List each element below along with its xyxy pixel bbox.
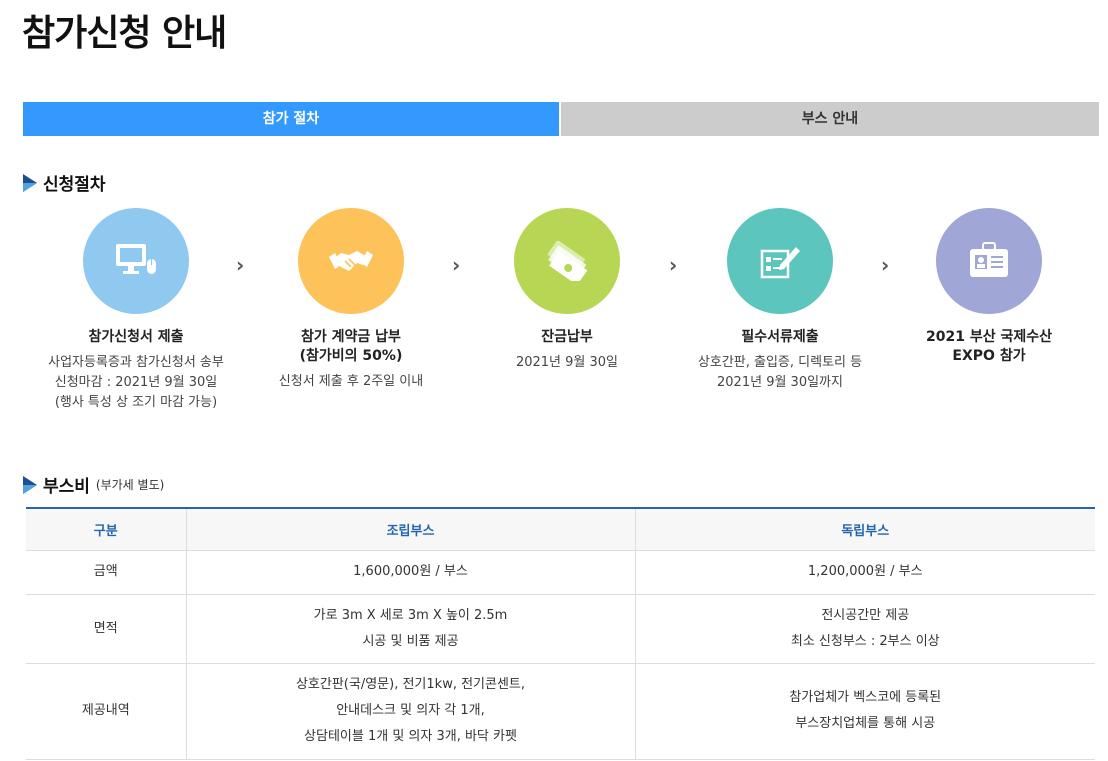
cell-line: 상담테이블 1개 및 의자 3개, 바닥 카펫: [304, 729, 517, 744]
handshake-icon: [329, 251, 373, 271]
table-row: 금액 1,600,000원 / 부스 1,200,000원 / 부스: [26, 550, 1095, 595]
step-title: 2021 부산 국제수산 EXPO 참가: [926, 329, 1052, 364]
table-header-row: 구분 조립부스 독립부스: [26, 507, 1095, 551]
id-badge-icon: [970, 242, 1008, 277]
table-row: 제공내역 상호간판(국/영문), 전기1kw, 전기콘센트, 안내데스크 및 의…: [26, 663, 1095, 760]
table-cell: 가로 3m X 세로 3m X 높이 2.5m 시공 및 비품 제공: [185, 594, 635, 664]
table-cell: 참가업체가 벡스코에 등록된 부스장치업체를 통해 시공: [634, 663, 1095, 760]
table-cell: 전시공간만 제공 최소 신청부스 : 2부스 이상: [634, 594, 1095, 664]
page-title: 참가신청 안내: [22, 13, 227, 54]
table-row: 면적 가로 3m X 세로 3m X 높이 2.5m 시공 및 비품 제공 전시…: [26, 594, 1095, 664]
step-circle: [936, 208, 1042, 314]
tab-booth-info[interactable]: 부스 안내: [561, 102, 1099, 136]
step-desc: 신청서 제출 후 2주일 이내: [241, 372, 461, 392]
booth-fee-note: (부가세 별도): [95, 478, 165, 492]
tab-bar: 참가 절차 부스 안내: [23, 102, 1099, 136]
step-title: 필수서류제출: [741, 329, 819, 345]
procedure-heading: 신청절차: [23, 170, 106, 195]
step-desc-line: 신청서 제출 후 2주일 이내: [278, 374, 424, 389]
tab-participation-procedure[interactable]: 참가 절차: [23, 102, 559, 136]
cell-line: 최소 신청부스 : 2부스 이상: [790, 633, 940, 649]
cell-line: 1,600,000원 / 부스: [353, 564, 468, 579]
column-header: 조립부스: [185, 507, 635, 551]
step-desc: 상호간판, 출입증, 디렉토리 등 2021년 9월 30일까지: [670, 353, 890, 393]
step-title: 참가신청서 제출: [88, 329, 184, 345]
money-icon: [547, 241, 588, 281]
bullet-icon: [23, 173, 37, 192]
step-desc: 2021년 9월 30일: [457, 353, 677, 373]
row-label: 금액: [26, 550, 186, 595]
cell-line: 부스장치업체를 통해 시공: [795, 716, 936, 731]
procedure-steps: 참가신청서 제출 사업자등록증과 참가신청서 송부 신청마감 : 2021년 9…: [0, 208, 1108, 428]
document-pen-icon: [760, 247, 800, 279]
step-application: 참가신청서 제출 사업자등록증과 참가신청서 송부 신청마감 : 2021년 9…: [26, 208, 246, 413]
table-cell: 1,600,000원 / 부스: [185, 550, 635, 595]
step-desc: 사업자등록증과 참가신청서 송부 신청마감 : 2021년 9월 30일 (행사…: [26, 353, 246, 413]
row-label: 면적: [26, 594, 186, 664]
step-circle: [83, 208, 189, 314]
booth-fee-heading: 부스비 (부가세 별도): [23, 472, 164, 497]
step-title: 참가 계약금 납부 (참가비의 50%): [299, 329, 403, 364]
column-header: 구분: [26, 507, 186, 551]
cell-line: 참가업체가 벡스코에 등록된: [789, 690, 942, 705]
cell-line: 전시공간만 제공: [821, 607, 910, 623]
step-documents: 필수서류제출 상호간판, 출입증, 디렉토리 등 2021년 9월 30일까지: [670, 208, 890, 393]
step-balance: 잔금납부 2021년 9월 30일: [457, 208, 677, 373]
step-participate: 2021 부산 국제수산 EXPO 참가: [879, 208, 1099, 366]
step-circle: [514, 208, 620, 314]
cell-line: 안내데스크 및 의자 각 1개,: [336, 703, 485, 718]
step-desc-line: (행사 특성 상 조기 마감 가능): [54, 395, 218, 410]
booth-fee-table: 구분 조립부스 독립부스 금액 1,600,000원 / 부스 1,200,00…: [26, 507, 1095, 760]
cell-line: 가로 3m X 세로 3m X 높이 2.5m: [313, 607, 508, 623]
bullet-icon: [23, 475, 37, 494]
table-cell: 1,200,000원 / 부스: [634, 550, 1095, 595]
step-desc-line: 2021년 9월 30일까지: [717, 375, 843, 390]
row-label: 제공내역: [26, 663, 186, 760]
cell-line: 시공 및 비품 제공: [362, 633, 459, 649]
step-circle: [727, 208, 833, 314]
column-header: 독립부스: [634, 507, 1095, 551]
step-desc-line: 신청마감 : 2021년 9월 30일: [54, 375, 218, 390]
procedure-heading-text: 신청절차: [43, 175, 106, 195]
cell-line: 1,200,000원 / 부스: [807, 564, 923, 579]
step-title: 잔금납부: [541, 329, 593, 345]
booth-fee-heading-text: 부스비: [43, 477, 90, 497]
monitor-icon: [116, 244, 156, 274]
step-desc-line: 2021년 9월 30일: [515, 355, 619, 370]
step-desc-line: 상호간판, 출입증, 디렉토리 등: [697, 355, 863, 370]
step-deposit: 참가 계약금 납부 (참가비의 50%) 신청서 제출 후 2주일 이내: [241, 208, 461, 392]
table-cell: 상호간판(국/영문), 전기1kw, 전기콘센트, 안내데스크 및 의자 각 1…: [185, 663, 635, 760]
step-circle: [298, 208, 404, 314]
step-desc-line: 사업자등록증과 참가신청서 송부: [48, 355, 224, 370]
cell-line: 상호간판(국/영문), 전기1kw, 전기콘센트,: [295, 677, 526, 692]
